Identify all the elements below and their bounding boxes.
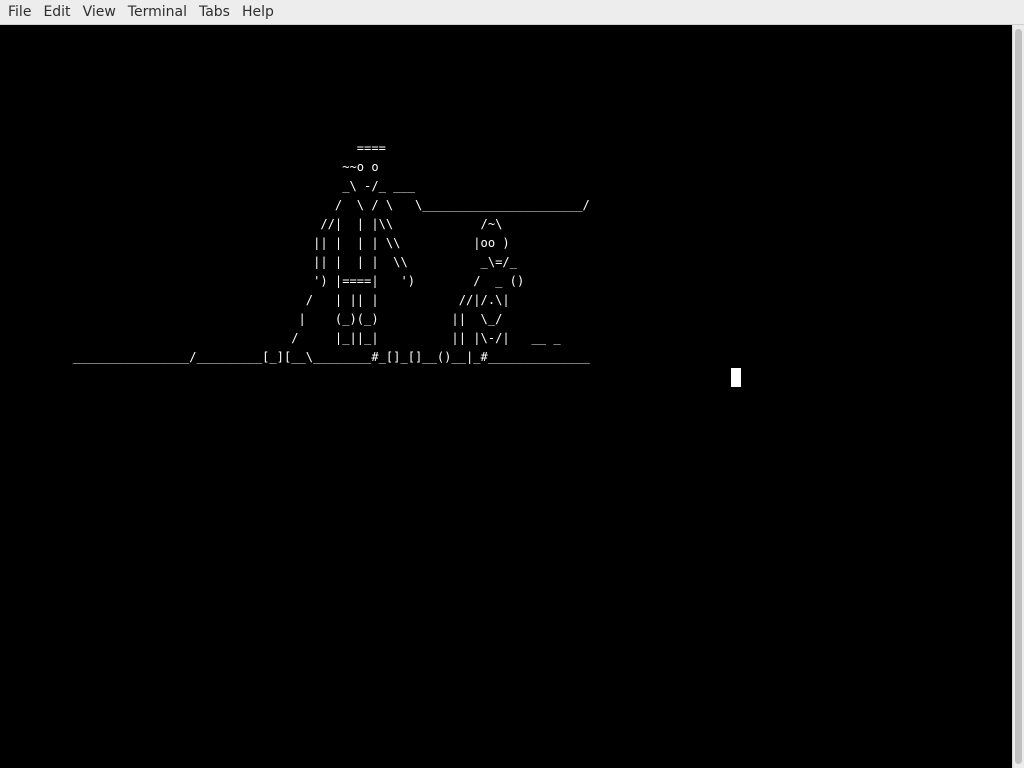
scrollbar-thumb[interactable] — [1015, 29, 1022, 764]
menu-view[interactable]: View — [77, 0, 122, 24]
terminal-screen[interactable]: ==== ~~o o __ — [0, 25, 1012, 768]
menubar: File Edit View Terminal Tabs Help — [0, 0, 1024, 25]
terminal-output: ==== ~~o o __ — [72, 141, 590, 364]
vertical-scrollbar[interactable] — [1012, 25, 1024, 768]
terminal-window: File Edit View Terminal Tabs Help ==== ~… — [0, 0, 1024, 768]
menu-terminal[interactable]: Terminal — [122, 0, 193, 24]
menu-help[interactable]: Help — [236, 0, 280, 24]
menu-tabs[interactable]: Tabs — [193, 0, 236, 24]
terminal-cursor — [731, 368, 741, 387]
menu-file[interactable]: File — [2, 0, 37, 24]
menu-edit[interactable]: Edit — [37, 0, 76, 24]
